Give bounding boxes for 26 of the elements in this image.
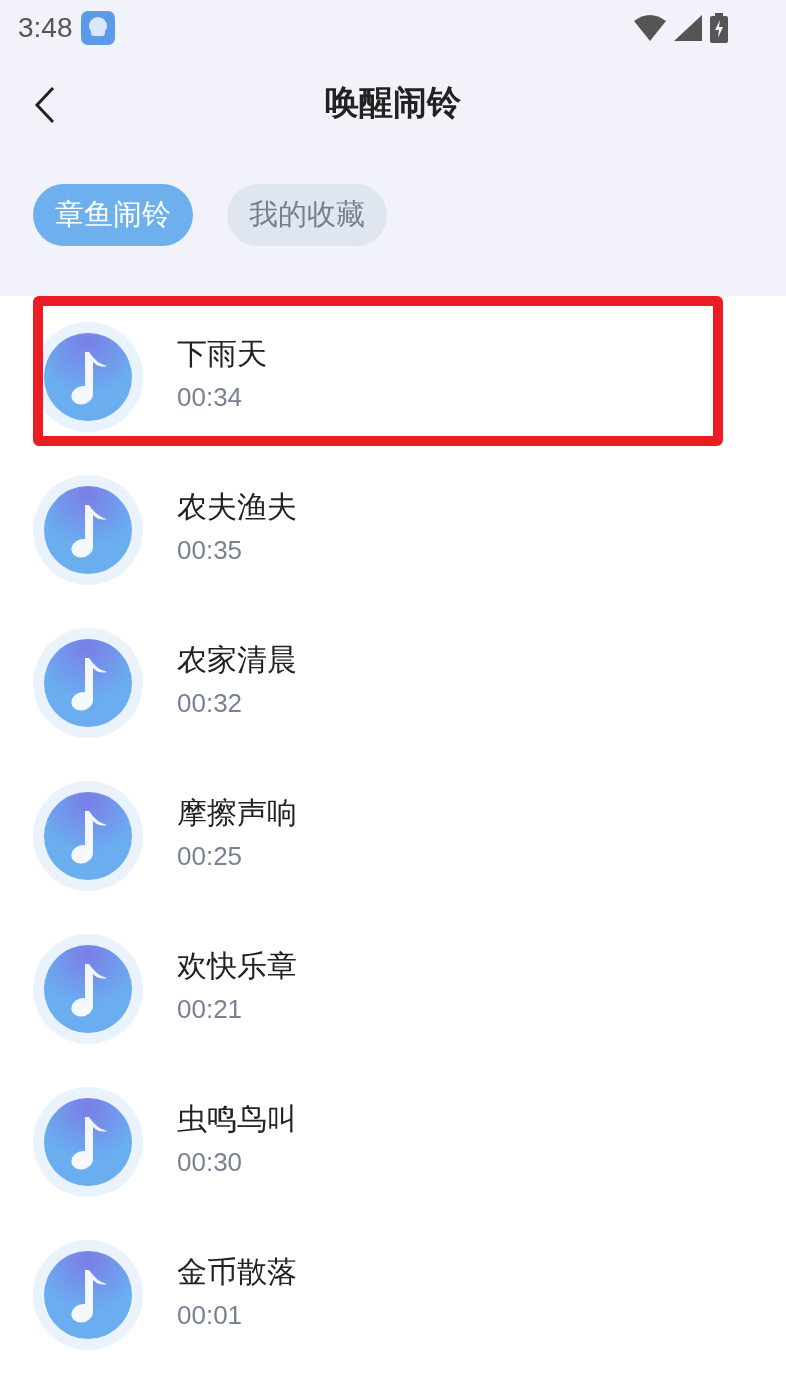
ringtone-duration: 00:01 bbox=[177, 1299, 244, 1332]
music-note-icon bbox=[33, 1239, 143, 1350]
signal-icon bbox=[674, 15, 702, 41]
ringtone-name[interactable]: 虫鸣鸟叫 bbox=[177, 1101, 297, 1137]
music-note-icon bbox=[33, 933, 143, 1044]
ringtone-duration: 00:25 bbox=[177, 840, 244, 873]
ringtone-duration: 00:30 bbox=[177, 1146, 244, 1179]
ringtone-name[interactable]: 下雨天 bbox=[177, 336, 267, 372]
ringtone-name[interactable]: 农家清晨 bbox=[177, 642, 297, 678]
clock-time: 3:48 bbox=[18, 11, 73, 45]
app-notification-icon bbox=[80, 11, 115, 45]
page-title: 唤醒闹铃 bbox=[325, 80, 461, 124]
ringtone-duration: 00:32 bbox=[177, 687, 244, 720]
ringtone-duration: 00:34 bbox=[177, 381, 244, 414]
ringtone-duration: 00:35 bbox=[177, 534, 244, 567]
wifi-icon bbox=[634, 15, 666, 41]
battery-icon bbox=[710, 13, 728, 43]
music-note-icon bbox=[33, 1086, 143, 1197]
music-note-icon bbox=[33, 474, 143, 585]
ringtone-duration: 00:21 bbox=[177, 993, 244, 1026]
ringtone-name[interactable]: 金币散落 bbox=[177, 1254, 297, 1290]
ringtone-name[interactable]: 摩擦声响 bbox=[177, 795, 297, 831]
music-note-icon bbox=[33, 627, 143, 738]
ringtone-name[interactable]: 欢快乐章 bbox=[177, 948, 297, 984]
ringtone-name[interactable]: 农夫渔夫 bbox=[177, 489, 297, 525]
music-note-icon bbox=[33, 780, 143, 891]
